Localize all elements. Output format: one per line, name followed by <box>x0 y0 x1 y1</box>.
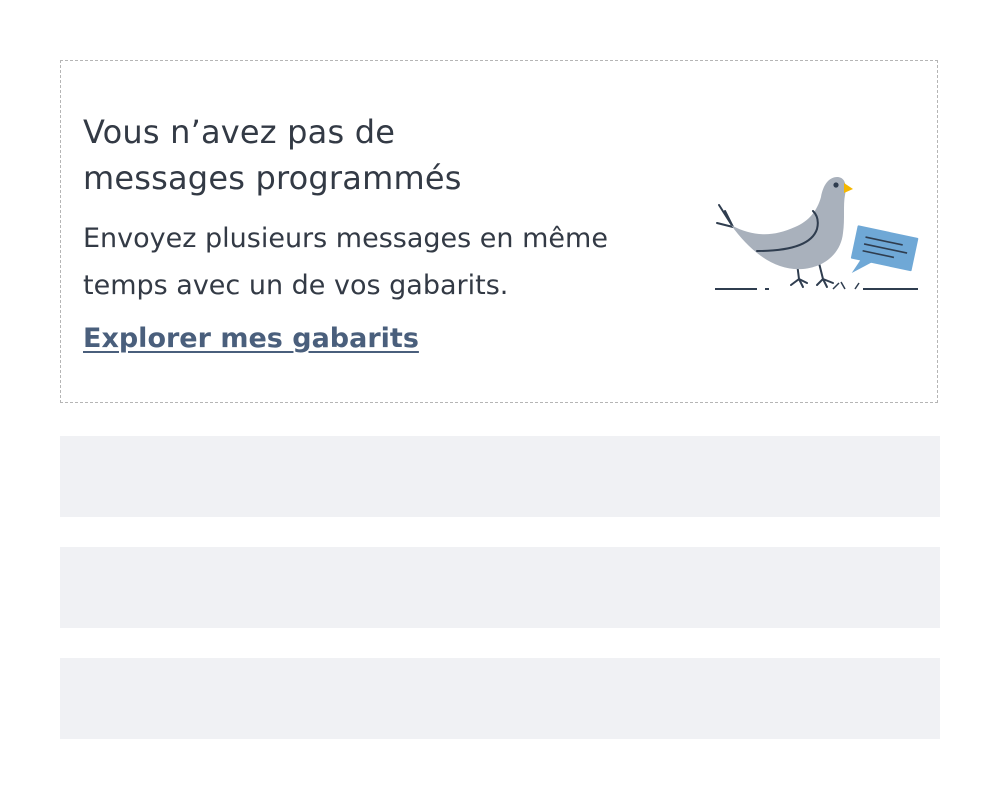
placeholder-row <box>60 658 940 739</box>
description-line-1: Envoyez plusieurs messages en même <box>83 223 608 254</box>
placeholder-row <box>60 436 940 517</box>
pigeon-with-speech-bubble-icon <box>713 171 923 296</box>
empty-state-text: Vous n’avez pas de messages programmés E… <box>83 109 643 354</box>
title-line-1: Vous n’avez pas de <box>83 113 396 151</box>
title-line-2: messages programmés <box>83 159 462 197</box>
description-line-2: temps avec un de vos gabarits. <box>83 270 509 301</box>
empty-state-description: Envoyez plusieurs messages en même temps… <box>83 215 643 309</box>
explore-templates-link[interactable]: Explorer mes gabarits <box>83 323 419 354</box>
empty-state-card: Vous n’avez pas de messages programmés E… <box>60 60 938 403</box>
placeholder-row <box>60 547 940 628</box>
empty-state-title: Vous n’avez pas de messages programmés <box>83 109 643 201</box>
